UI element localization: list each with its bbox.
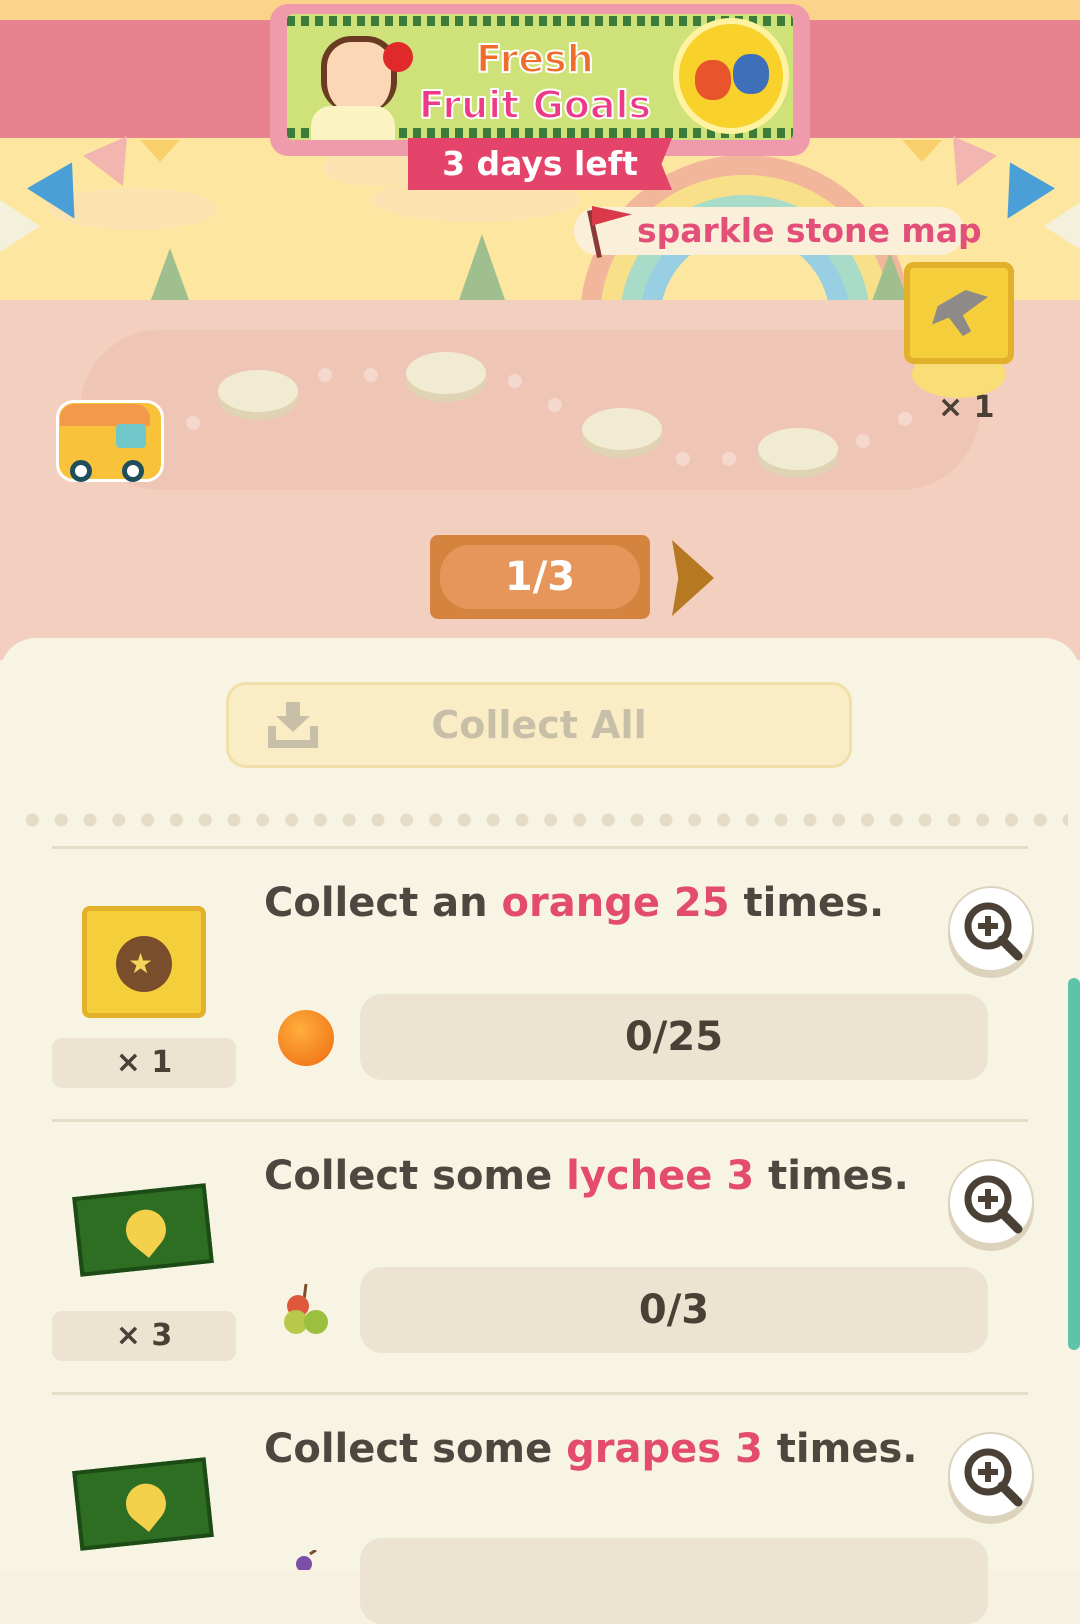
path-dot — [508, 374, 522, 388]
path-dot — [722, 452, 736, 466]
task-fruit: lychee — [566, 1153, 713, 1199]
dotted-divider — [18, 813, 1068, 827]
path-dot — [856, 434, 870, 448]
magnify-plus-icon — [964, 902, 1023, 961]
van-wheel — [70, 460, 92, 482]
reward-quantity: × 1 — [52, 1038, 236, 1088]
magnify-plus-icon — [964, 1175, 1023, 1234]
path-dot — [364, 368, 378, 382]
task-amount: 25 — [673, 880, 730, 926]
task-text-post: times. — [754, 1153, 909, 1199]
hammer-icon — [932, 290, 988, 336]
task-text-pre: Collect some — [264, 1426, 567, 1472]
task-text-pre: Collect some — [264, 1153, 567, 1199]
zoom-button[interactable] — [948, 1432, 1034, 1518]
path-dot — [676, 452, 690, 466]
lychee-icon — [284, 1283, 328, 1334]
bunting-flag — [0, 200, 40, 252]
task-text-pre: Collect an — [264, 880, 502, 926]
event-title-line2: Fruit Goals — [418, 82, 652, 128]
avatar-body — [311, 106, 395, 140]
task-fruit: orange — [501, 880, 660, 926]
stepping-stone — [406, 352, 486, 394]
divider — [52, 846, 1028, 849]
task-text-post: times. — [729, 880, 885, 926]
progress-label: 0/25 — [624, 1014, 724, 1060]
event-banner-art: Fresh Fruit Goals — [287, 14, 793, 140]
task-text-post: times. — [762, 1426, 918, 1472]
leaf-ticket-icon — [72, 1183, 214, 1277]
van-wheel — [122, 460, 144, 482]
apple-icon — [383, 42, 413, 72]
zoom-button[interactable] — [948, 1159, 1034, 1245]
task-progress-bar: 0/3 — [360, 1267, 988, 1353]
divider — [52, 1119, 1028, 1122]
stepping-stone — [582, 408, 662, 450]
blueberry-fruit-icon — [733, 54, 769, 94]
leaf-icon — [117, 1475, 175, 1532]
grapes-icon — [296, 1550, 317, 1570]
map-label: sparkle stone map — [637, 211, 982, 250]
magnify-plus-icon — [964, 1448, 1023, 1507]
stepping-stone — [758, 428, 838, 470]
stepping-stone — [218, 370, 298, 412]
camper-van-window — [116, 424, 146, 448]
task-description: Collect some grapes 3 times. — [264, 1426, 917, 1472]
fruit-basket-badge-icon — [679, 24, 783, 128]
path-dot — [318, 368, 332, 382]
task-fruit: grapes — [566, 1426, 722, 1472]
task-description: Collect an orange 25 times. — [264, 880, 884, 926]
bunting-flag — [140, 140, 180, 162]
bunting-flag — [902, 140, 942, 162]
event-title-line1: Fresh — [475, 36, 595, 82]
progress-label: 0/3 — [638, 1287, 710, 1333]
collect-all-label: Collect All — [431, 703, 647, 747]
path-dot — [186, 416, 200, 430]
bunting-flag — [1044, 200, 1080, 252]
orange-fruit-icon — [695, 60, 731, 100]
task-amount: 3 — [735, 1426, 763, 1472]
page-indicator-label: 1/3 — [440, 545, 640, 609]
zoom-button[interactable] — [948, 886, 1034, 972]
task-amount: 3 — [726, 1153, 755, 1199]
task-description: Collect some lychee 3 times. — [264, 1153, 909, 1199]
event-title: Fresh Fruit Goals — [415, 36, 655, 128]
leaf-icon — [117, 1201, 175, 1258]
leaf-ticket-icon — [72, 1457, 214, 1551]
path-dot — [898, 412, 912, 426]
orange-icon — [278, 1010, 334, 1066]
scrollbar[interactable] — [1068, 978, 1080, 1350]
task-progress-bar: 0/25 — [360, 994, 988, 1080]
path-trail — [80, 330, 980, 490]
treasure-map-icon: ★ — [82, 906, 206, 1018]
tree — [148, 248, 192, 308]
hammer-scroll-icon[interactable] — [904, 262, 1014, 364]
event-map-scene: × 1 sparkle stone map Fresh Fruit Goals … — [0, 0, 1080, 660]
task-progress-bar — [360, 1538, 988, 1624]
divider — [52, 1392, 1028, 1395]
path-dot — [548, 398, 562, 412]
goal-reward-count: × 1 — [938, 390, 995, 425]
camper-van-roof — [60, 404, 150, 426]
days-left-ribbon: 3 days left — [408, 138, 672, 190]
reward-quantity: × 3 — [52, 1311, 236, 1361]
star-icon: ★ — [128, 947, 154, 980]
vine-border — [287, 16, 793, 26]
